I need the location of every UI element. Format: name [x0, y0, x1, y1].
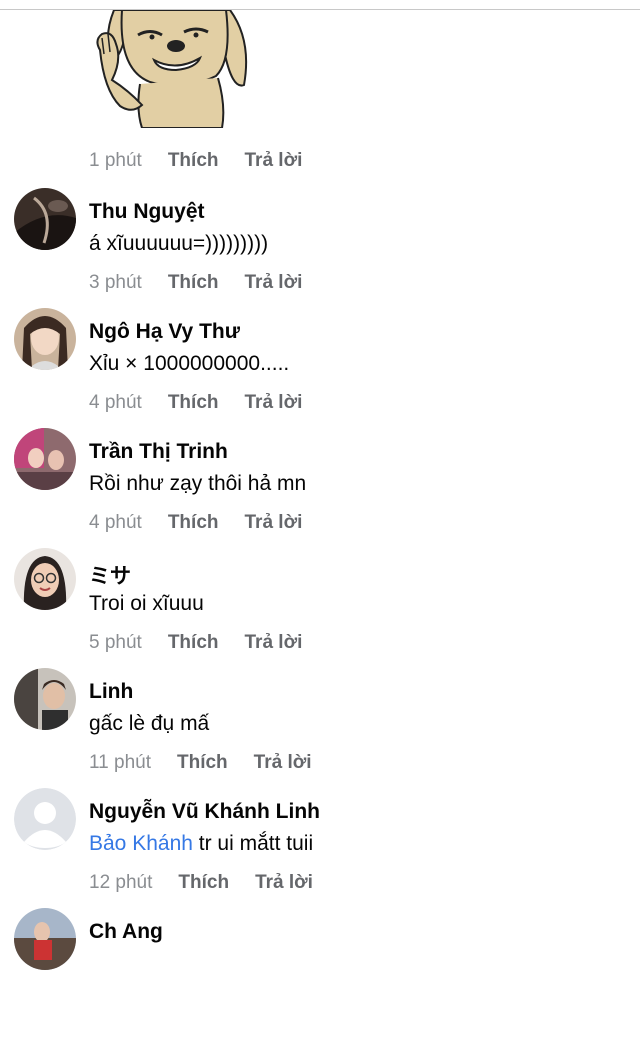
- comment-text: Troi oi xĩuuu: [89, 592, 204, 615]
- avatar[interactable]: [14, 668, 76, 730]
- reply-button[interactable]: Trả lời: [245, 632, 303, 654]
- comment-text: Bảo Khánh tr ui mắtt tuii: [89, 832, 313, 856]
- comment-time: 12 phút: [89, 872, 153, 893]
- avatar[interactable]: [14, 428, 76, 490]
- comment-actions: 4 phút Thích Trả lời: [89, 392, 302, 414]
- dog-sticker: [96, 10, 248, 128]
- reply-button[interactable]: Trả lời: [254, 752, 312, 774]
- comment-text: Xỉu × 1000000000.....: [89, 352, 290, 375]
- like-button[interactable]: Thích: [168, 632, 219, 654]
- comment: Ngô Hạ Vy Thư Xỉu × 1000000000..... 4 ph…: [0, 308, 640, 440]
- comment-author[interactable]: Ngô Hạ Vy Thư: [89, 320, 240, 344]
- comment-text: Rồi như zạy thôi hả mn: [89, 472, 307, 495]
- comment-text: á xĩuuuuuu=))))))))): [89, 232, 269, 255]
- comment-time: 5 phút: [89, 632, 142, 653]
- comment-actions: 11 phút Thích Trả lời: [89, 752, 312, 774]
- comment-text: gấc lè đụ mấ: [89, 712, 210, 735]
- comment-actions: 5 phút Thích Trả lời: [89, 632, 302, 654]
- comment: Linh gấc lè đụ mấ 11 phút Thích Trả lời: [0, 668, 640, 800]
- like-button[interactable]: Thích: [168, 512, 219, 534]
- comment-time: 11 phút: [89, 752, 151, 773]
- comment: Thu Nguyệt á xĩuuuuuu=))))))))) 3 phút T…: [0, 188, 640, 320]
- avatar[interactable]: [14, 908, 76, 970]
- comment-author[interactable]: Nguyễn Vũ Khánh Linh: [89, 800, 320, 824]
- comment-author[interactable]: Linh: [89, 680, 133, 704]
- comment-time: 3 phút: [89, 272, 142, 293]
- comment-author[interactable]: Trần Thị Trinh: [89, 440, 228, 464]
- comment-actions: 4 phút Thích Trả lời: [89, 512, 302, 534]
- reply-button[interactable]: Trả lời: [255, 872, 313, 894]
- reply-button[interactable]: Trả lời: [245, 272, 303, 294]
- reply-button[interactable]: Trả lời: [245, 392, 303, 414]
- comment: Trần Thị Trinh Rồi như zạy thôi hả mn 4 …: [0, 428, 640, 560]
- comment: Ch Ang: [0, 908, 640, 1040]
- comment-actions: 3 phút Thích Trả lời: [89, 272, 302, 294]
- like-button[interactable]: Thích: [168, 392, 219, 414]
- comment-time: 4 phút: [89, 512, 142, 533]
- avatar[interactable]: [14, 548, 76, 610]
- avatar[interactable]: [14, 188, 76, 250]
- comment-time: 4 phút: [89, 392, 142, 413]
- like-button[interactable]: Thích: [178, 872, 229, 894]
- comment: ミサ Troi oi xĩuuu 5 phút Thích Trả lời: [0, 548, 640, 680]
- sticker-time: 1 phút: [89, 150, 142, 171]
- like-button[interactable]: Thích: [168, 272, 219, 294]
- avatar[interactable]: [14, 308, 76, 370]
- comment-text-body: tr ui mắtt tuii: [192, 832, 314, 855]
- like-button[interactable]: Thích: [177, 752, 228, 774]
- mention-link[interactable]: Bảo Khánh: [89, 832, 193, 855]
- avatar[interactable]: [14, 788, 76, 850]
- comment-author[interactable]: Thu Nguyệt: [89, 200, 205, 224]
- comment: Nguyễn Vũ Khánh Linh Bảo Khánh tr ui mắt…: [0, 788, 640, 920]
- sticker-actions: 1 phút Thích Trả lời: [89, 150, 302, 172]
- like-button[interactable]: Thích: [168, 150, 219, 172]
- reply-button[interactable]: Trả lời: [245, 150, 303, 172]
- comment-author[interactable]: ミサ: [89, 560, 131, 590]
- reply-button[interactable]: Trả lời: [245, 512, 303, 534]
- comment-actions: 12 phút Thích Trả lời: [89, 872, 313, 894]
- comment-author[interactable]: Ch Ang: [89, 920, 163, 944]
